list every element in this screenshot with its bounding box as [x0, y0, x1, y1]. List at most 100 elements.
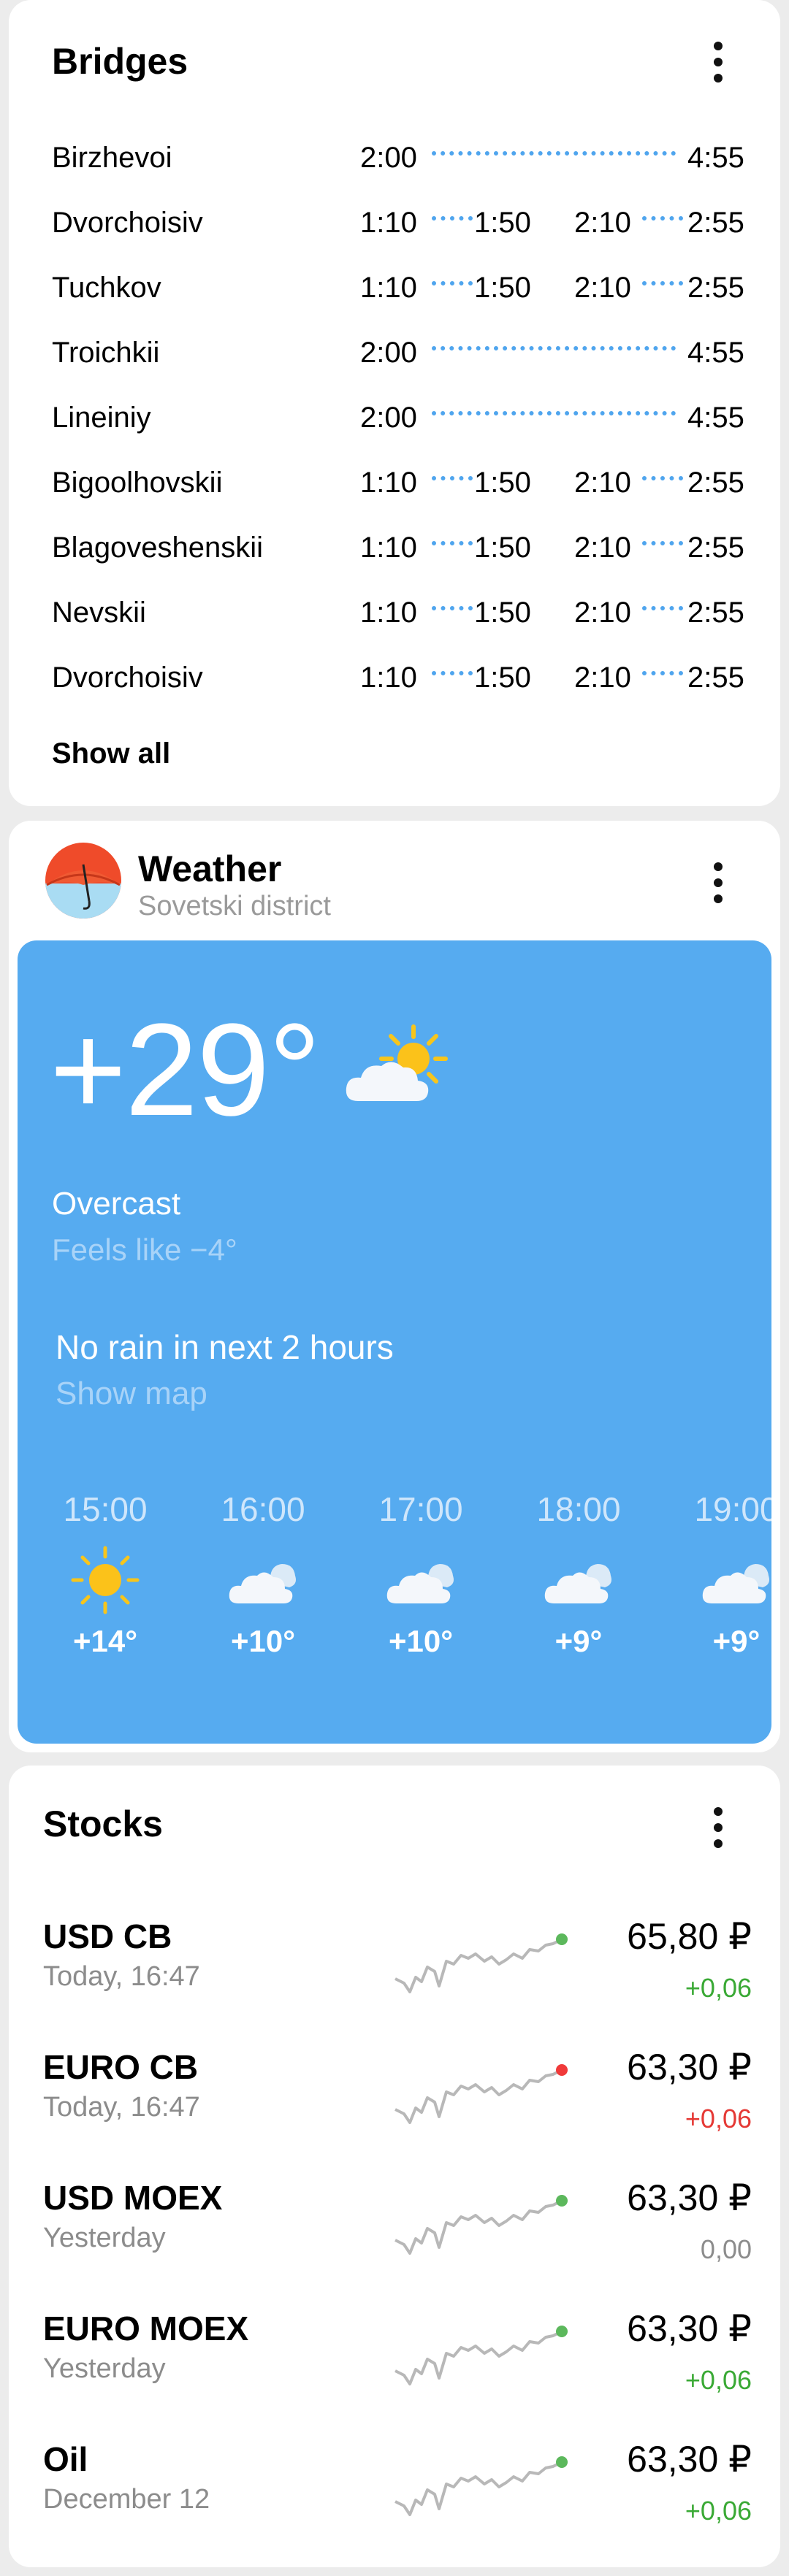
- stock-sparkline: [394, 2064, 568, 2124]
- hour-temperature: +14°: [72, 1624, 138, 1658]
- hour-temperature: +10°: [230, 1624, 296, 1658]
- bridge-row: Dvorchoisiv 1:10 1:50 2:10 2:55: [52, 193, 746, 252]
- bridge-open-time: 1:10: [360, 207, 417, 239]
- hour-time: 16:00: [221, 1490, 305, 1528]
- stock-sparkline: [394, 2195, 568, 2255]
- bridge-close-time: 4:55: [687, 402, 744, 434]
- hour-temperature: +9°: [554, 1624, 603, 1658]
- bridge-interval-line: [432, 346, 676, 350]
- stock-row[interactable]: USD CB Today, 16:47 65,80 ₽ +0,06: [43, 1916, 752, 2033]
- bridge-close-time: 1:50: [474, 532, 531, 564]
- show-map-link[interactable]: Show map: [56, 1376, 207, 1412]
- stock-row[interactable]: EURO CB Today, 16:47 63,30 ₽ +0,06: [43, 2047, 752, 2163]
- hour-time: 17:00: [378, 1490, 463, 1528]
- weather-menu-icon[interactable]: [696, 850, 740, 916]
- stock-price: 65,80 ₽: [627, 1916, 752, 1957]
- bridge-name: Lineiniy: [52, 402, 151, 434]
- hourly-item: 17:00 +10°: [348, 1490, 494, 1659]
- hour-time: 18:00: [536, 1490, 621, 1528]
- trend-dot: [556, 2195, 568, 2207]
- stock-name: USD CB: [43, 1917, 172, 1955]
- stock-timestamp: Yesterday: [43, 2353, 166, 2384]
- bridge-open-time: 2:00: [360, 142, 417, 174]
- bridge-interval-line-2: [642, 606, 683, 610]
- bridge-open-time-2: 2:10: [574, 467, 631, 499]
- bridge-interval-line: [432, 671, 473, 675]
- stocks-card: Stocks USD CB Today, 16:47 65,80 ₽ +0,06 EUR…: [9, 1766, 780, 2567]
- bridge-name: Tuchkov: [52, 272, 161, 304]
- bridge-close-time: 1:50: [474, 207, 531, 239]
- weather-panel[interactable]: +29° Overcast Feels like −4° No rain in …: [18, 940, 771, 1744]
- feels-like: Feels like −4°: [52, 1233, 237, 1267]
- bridge-interval-line: [432, 216, 473, 221]
- stock-change: +0,06: [685, 1973, 752, 2003]
- stock-sparkline: [394, 2326, 568, 2385]
- weather-title: Weather: [138, 848, 282, 889]
- cloud-icon: [663, 1544, 771, 1617]
- bridge-interval-line-2: [642, 216, 683, 221]
- bridge-interval-line: [432, 281, 473, 285]
- bridge-open-time-2: 2:10: [574, 272, 631, 304]
- bridge-open-time-2: 2:10: [574, 532, 631, 564]
- bridge-close-time-2: 2:55: [687, 272, 744, 304]
- bridge-close-time: 1:50: [474, 662, 531, 694]
- bridge-open-time: 2:00: [360, 402, 417, 434]
- bridge-close-time-2: 2:55: [687, 207, 744, 239]
- bridge-interval-line: [432, 151, 676, 156]
- bridge-interval-line-2: [642, 541, 683, 545]
- bridges-menu-icon[interactable]: [696, 29, 740, 95]
- stock-sparkline: [394, 2456, 568, 2516]
- bridge-close-time: 1:50: [474, 597, 531, 629]
- cloud-icon: [190, 1544, 336, 1617]
- hour-temperature: +9°: [712, 1624, 761, 1658]
- bridge-interval-line: [432, 476, 473, 480]
- bridge-name: Nevskii: [52, 597, 146, 629]
- stock-row[interactable]: EURO MOEX Yesterday 63,30 ₽ +0,06: [43, 2308, 752, 2425]
- bridge-interval-line-2: [642, 281, 683, 285]
- current-temperature: +29°: [50, 997, 321, 1143]
- hourly-item: 18:00 +9°: [506, 1490, 652, 1659]
- stock-row[interactable]: USD MOEX Yesterday 63,30 ₽ 0,00: [43, 2177, 752, 2294]
- stock-change: 0,00: [700, 2234, 752, 2264]
- stock-timestamp: Today, 16:47: [43, 2092, 200, 2123]
- bridge-interval-line-2: [642, 671, 683, 675]
- bridge-open-time: 1:10: [360, 662, 417, 694]
- trend-dot: [556, 1933, 568, 1945]
- stocks-menu-icon[interactable]: [696, 1795, 740, 1860]
- bridge-close-time-2: 2:55: [687, 597, 744, 629]
- bridges-card: Bridges Birzhevoi 2:00 4:55 Dvorchoisiv 1:10…: [9, 0, 780, 806]
- bridge-close-time: 1:50: [474, 467, 531, 499]
- stock-change: +0,06: [685, 2365, 752, 2395]
- weather-district: Sovetski district: [138, 891, 331, 921]
- hourly-item: 19:00 +9°: [663, 1490, 771, 1659]
- stock-name: EURO CB: [43, 2048, 199, 2086]
- bridge-row: Birzhevoi 2:00 4:55: [52, 129, 746, 187]
- bridge-row: Dvorchoisiv 1:10 1:50 2:10 2:55: [52, 648, 746, 707]
- stock-timestamp: Yesterday: [43, 2223, 166, 2253]
- bridge-name: Birzhevoi: [52, 142, 172, 174]
- stock-row[interactable]: Oil December 12 63,30 ₽ +0,06: [43, 2439, 752, 2556]
- bridge-interval-line: [432, 541, 473, 545]
- bridge-open-time-2: 2:10: [574, 597, 631, 629]
- bridge-row: Nevskii 1:10 1:50 2:10 2:55: [52, 583, 746, 642]
- stocks-title: Stocks: [43, 1803, 163, 1844]
- show-all-link[interactable]: Show all: [52, 737, 170, 770]
- hourly-item: 16:00 +10°: [190, 1490, 336, 1659]
- bridges-title: Bridges: [52, 41, 188, 82]
- bridge-close-time: 4:55: [687, 142, 744, 174]
- stock-price: 63,30 ₽: [627, 2439, 752, 2480]
- bridge-row: Tuchkov 1:10 1:50 2:10 2:55: [52, 258, 746, 317]
- stock-timestamp: Today, 16:47: [43, 1961, 200, 1992]
- trend-dot: [556, 2064, 568, 2076]
- bridge-interval-line: [432, 606, 473, 610]
- stock-name: Oil: [43, 2440, 88, 2478]
- stock-sparkline: [394, 1933, 568, 1993]
- weather-condition: Overcast: [52, 1186, 181, 1222]
- bridge-row: Bigoolhovskii 1:10 1:50 2:10 2:55: [52, 453, 746, 512]
- hour-temperature: +10°: [388, 1624, 454, 1658]
- bridge-interval-line-2: [642, 476, 683, 480]
- stock-price: 63,30 ₽: [627, 2308, 752, 2349]
- bridge-close-time-2: 2:55: [687, 662, 744, 694]
- bridge-name: Bigoolhovskii: [52, 467, 223, 499]
- stock-change: +0,06: [685, 2496, 752, 2526]
